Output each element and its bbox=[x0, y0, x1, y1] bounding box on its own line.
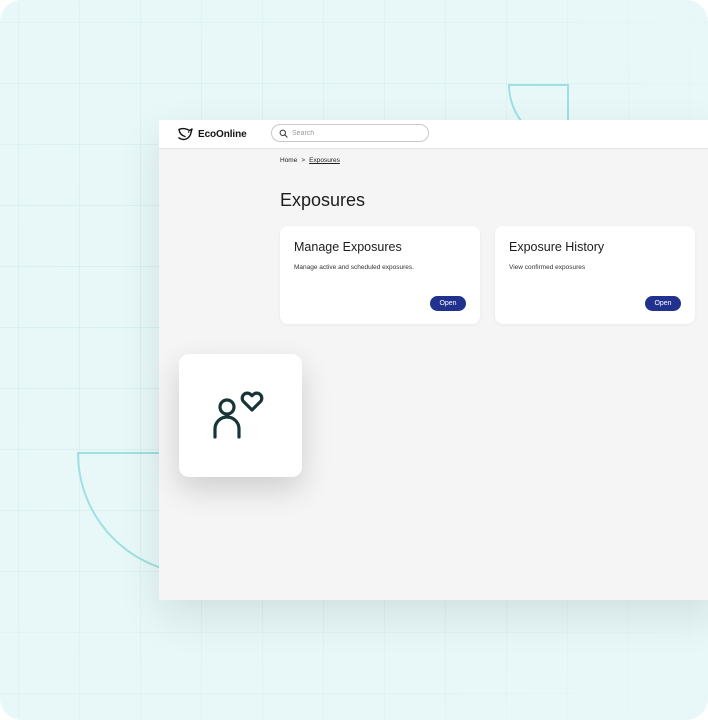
open-manage-exposures-button[interactable]: Open bbox=[430, 296, 466, 311]
open-exposure-history-button[interactable]: Open bbox=[645, 296, 681, 311]
feature-tile bbox=[179, 354, 302, 477]
person-heart-icon bbox=[213, 391, 264, 439]
card-title: Exposure History bbox=[509, 240, 605, 254]
breadcrumb-home[interactable]: Home bbox=[280, 157, 297, 164]
page-title: Exposures bbox=[280, 190, 366, 210]
card-description: Manage active and scheduled exposures. bbox=[294, 264, 414, 271]
ecoonline-logo-icon bbox=[178, 127, 193, 141]
chevron-right-icon: > bbox=[301, 157, 306, 164]
card-exposure-history: Exposure History View confirmed exposure… bbox=[495, 226, 695, 324]
top-bar: EcoOnline bbox=[159, 120, 708, 149]
card-title: Manage Exposures bbox=[294, 240, 402, 254]
search-input[interactable] bbox=[288, 129, 422, 137]
search-icon bbox=[279, 129, 288, 138]
marketing-canvas: EcoOnline Home > Exposures Exposures Man… bbox=[0, 0, 708, 720]
brand-logo[interactable]: EcoOnline bbox=[177, 125, 247, 143]
search-box[interactable] bbox=[271, 124, 429, 142]
card-manage-exposures: Manage Exposures Manage active and sched… bbox=[280, 226, 480, 324]
card-description: View confirmed exposures bbox=[509, 264, 586, 271]
brand-name: EcoOnline bbox=[198, 128, 247, 140]
breadcrumb: Home > Exposures bbox=[280, 157, 340, 164]
breadcrumb-current[interactable]: Exposures bbox=[309, 157, 340, 164]
